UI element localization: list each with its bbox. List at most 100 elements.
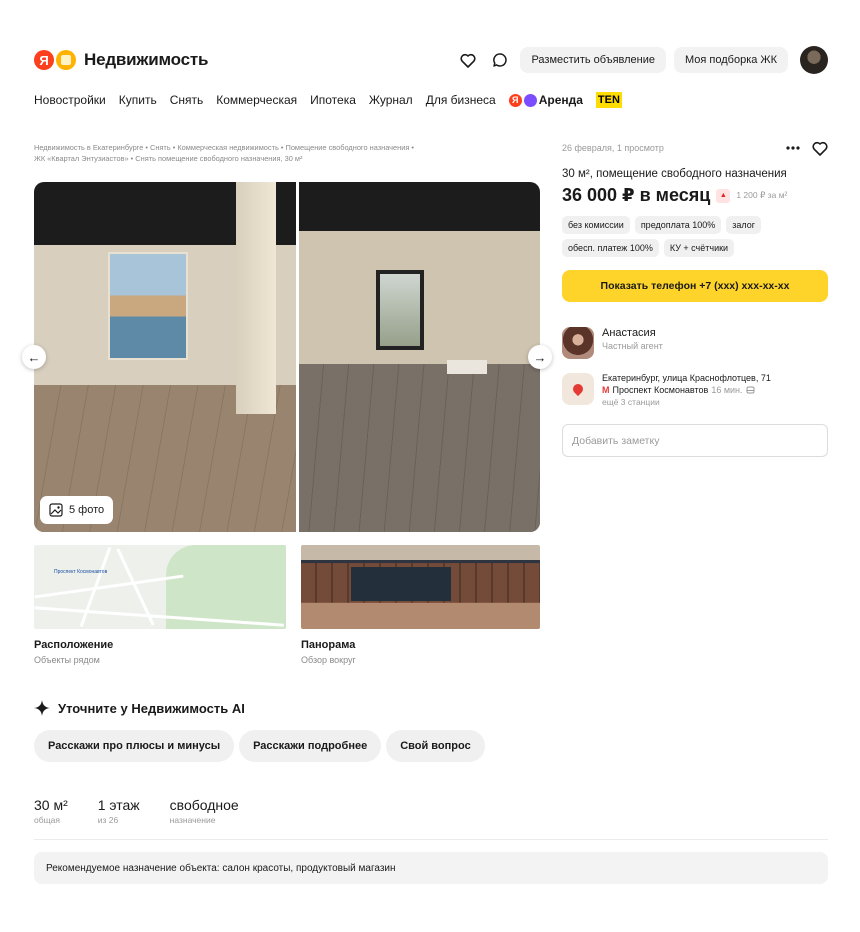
arenda-label: Аренда <box>538 93 583 107</box>
panorama-thumbnail[interactable] <box>301 545 540 629</box>
deal-tag: обесп. платеж 100% <box>562 239 659 257</box>
stat-label: общая <box>34 815 60 825</box>
nav-item-novostroyki[interactable]: Новостройки <box>34 93 106 107</box>
gallery-photo[interactable] <box>299 182 540 532</box>
user-avatar[interactable] <box>800 46 828 74</box>
pano-shopfront <box>351 567 451 601</box>
price-per-meter: 1 200 ₽ за м² <box>736 190 788 200</box>
nav-item-mortgage[interactable]: Ипотека <box>310 93 356 107</box>
listing-price: 36 000 ₽ в месяц <box>562 185 711 205</box>
metro-row: М Проспект Космонавтов 16 мин. <box>602 385 771 395</box>
ai-prompt-chips: Расскажи про плюсы и минусы Расскажи под… <box>34 730 485 762</box>
metro-time: 16 мин. <box>711 385 743 395</box>
location-subtitle: Объекты рядом <box>34 655 100 665</box>
address-block: Екатеринбург, улица Краснофлотцев, 71 М … <box>562 373 828 407</box>
more-stations-link[interactable]: ещё 3 станции <box>602 397 771 407</box>
deal-tag: предоплата 100% <box>634 216 722 234</box>
my-selection-button[interactable]: Моя подборка ЖК <box>674 47 788 73</box>
stat-value: 1 этаж <box>97 797 140 813</box>
stat-purpose: свободное назначение <box>170 797 239 825</box>
favorite-heart-icon[interactable] <box>812 141 828 156</box>
listing-stats: 30 м² общая 1 этаж из 26 свободное назна… <box>34 797 239 825</box>
transport-icon <box>746 386 755 393</box>
nav-item-buy[interactable]: Купить <box>119 93 157 107</box>
photo-count-label: 5 фото <box>69 504 105 516</box>
more-icon[interactable] <box>786 146 800 150</box>
arenda-logo-icon <box>523 93 537 107</box>
header-actions: Разместить объявление Моя подборка ЖК <box>456 46 828 74</box>
ai-chip-pros-cons[interactable]: Расскажи про плюсы и минусы <box>34 730 235 762</box>
metro-station: Проспект Космонавтов <box>612 385 709 395</box>
listing-title: 30 м², помещение свободного назначения <box>562 168 787 180</box>
ai-title-text: Уточните у Недвижимость AI <box>58 700 245 716</box>
stat-label: из 26 <box>97 815 119 825</box>
listing-sidebar: 26 февраля, 1 просмотр 30 м², помещение … <box>562 138 828 457</box>
nav-item-arenda[interactable]: Я Аренда <box>508 93 583 107</box>
stat-area: 30 м² общая <box>34 797 68 825</box>
listing-date-views: 26 февраля, 1 просмотр <box>562 143 664 153</box>
map-road <box>34 574 184 599</box>
logo-text: Недвижимость <box>84 50 209 69</box>
nav-item-journal[interactable]: Журнал <box>369 93 413 107</box>
nav-item-commercial[interactable]: Коммерческая <box>216 93 297 107</box>
deal-tag: КУ + счётчики <box>663 239 735 257</box>
listing-actions <box>786 141 828 156</box>
photo-window <box>376 270 424 350</box>
stat-value: 30 м² <box>34 797 68 813</box>
address-text: Екатеринбург, улица Краснофлотцев, 71 <box>602 373 771 383</box>
show-phone-button[interactable]: Показать телефон +7 (xxx) xxx-xx-xx <box>562 270 828 302</box>
map-pin-icon[interactable] <box>562 373 594 405</box>
metro-icon: М <box>602 385 610 395</box>
stat-value: свободное <box>169 797 239 813</box>
stat-label: назначение <box>169 815 216 825</box>
chat-icon[interactable] <box>488 48 512 72</box>
ai-section-title: Уточните у Недвижимость AI <box>34 700 245 716</box>
add-note-field[interactable]: Добавить заметку <box>562 424 828 457</box>
nav-item-business[interactable]: Для бизнеса <box>426 93 496 107</box>
gallery-photo[interactable] <box>34 182 296 532</box>
price-row: 36 000 ₽ в месяц ▲ 1 200 ₽ за м² <box>562 185 828 206</box>
logo[interactable]: Я Недвижимость <box>34 50 208 70</box>
location-map-thumbnail[interactable]: Проспект Космонавтов <box>34 545 286 629</box>
main-nav: Новостройки Купить Снять Коммерческая Ип… <box>34 92 622 108</box>
nav-item-rent[interactable]: Снять <box>170 93 204 107</box>
ai-chip-details[interactable]: Расскажи подробнее <box>239 730 382 762</box>
stat-floor: 1 этаж из 26 <box>98 797 140 825</box>
site-header: Я Недвижимость Разместить объявление Моя… <box>34 44 828 76</box>
panorama-title[interactable]: Панорама <box>301 639 355 651</box>
photo-mural <box>108 252 188 360</box>
gallery-icon <box>49 503 63 517</box>
favorites-heart-icon[interactable] <box>456 48 480 72</box>
ai-chip-own-question[interactable]: Свой вопрос <box>386 730 485 762</box>
yandex-logo-icon: Я <box>508 93 522 107</box>
photo-pillar <box>236 182 276 414</box>
photo-floor <box>299 364 540 532</box>
deal-tag: залог <box>726 216 762 234</box>
photo-count-button[interactable]: 5 фото <box>40 496 114 524</box>
map-metro-label: Проспект Космонавтов <box>54 569 108 575</box>
panorama-subtitle: Обзор вокруг <box>301 655 356 665</box>
agent-role: Частный агент <box>602 341 663 351</box>
gallery-next-arrow-icon[interactable]: → <box>528 345 552 369</box>
location-title[interactable]: Расположение <box>34 639 113 651</box>
deal-tag: без комиссии <box>562 216 630 234</box>
ten-logo[interactable]: TEN <box>595 92 622 108</box>
listing-meta: 26 февраля, 1 просмотр <box>562 138 828 158</box>
sparkle-icon <box>34 700 50 716</box>
agent-name[interactable]: Анастасия <box>602 327 663 339</box>
agent-avatar[interactable] <box>562 327 594 359</box>
post-ad-button[interactable]: Разместить объявление <box>520 47 666 73</box>
breadcrumb-line[interactable]: ЖК «Квартал Энтузиастов» • Снять помещен… <box>34 153 494 164</box>
price-up-icon[interactable]: ▲ <box>716 188 731 203</box>
breadcrumb-line[interactable]: Недвижимость в Екатеринбурге • Снять • К… <box>34 142 494 153</box>
deal-tags: без комиссии предоплата 100% залог обесп… <box>562 216 792 257</box>
recommendation-banner: Рекомендуемое назначение объекта: салон … <box>34 852 828 884</box>
photo-gallery[interactable] <box>34 182 540 532</box>
realty-logo-icon <box>56 50 76 70</box>
breadcrumb[interactable]: Недвижимость в Екатеринбурге • Снять • К… <box>34 142 494 164</box>
yandex-logo-icon: Я <box>34 50 54 70</box>
gallery-prev-arrow-icon[interactable]: ← <box>22 345 46 369</box>
divider <box>34 839 828 840</box>
photo-radiator <box>447 360 487 374</box>
agent-card[interactable]: Анастасия Частный агент <box>562 327 828 359</box>
